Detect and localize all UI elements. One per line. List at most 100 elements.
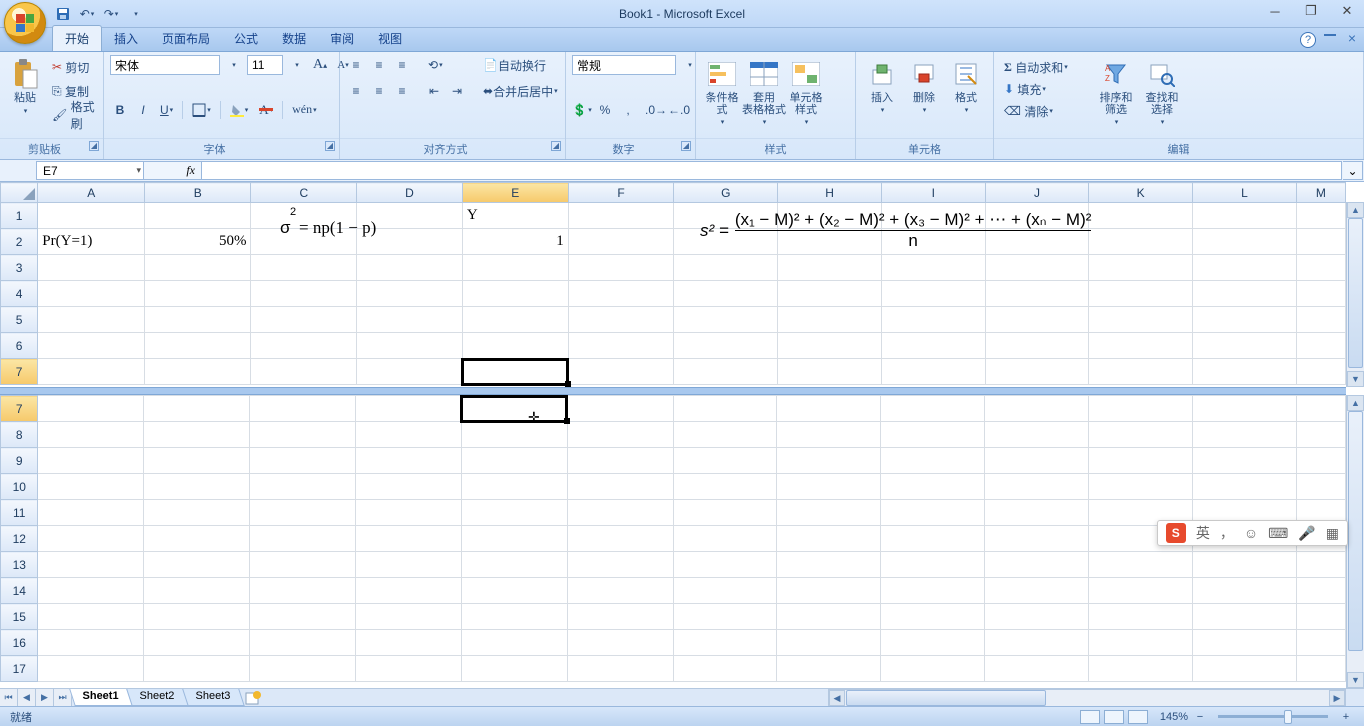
cell-G17[interactable] xyxy=(673,656,777,682)
row-header-2[interactable]: 2 xyxy=(1,229,38,255)
cell-I11[interactable] xyxy=(881,500,985,526)
cell-L15[interactable] xyxy=(1192,604,1296,630)
cell-J5[interactable] xyxy=(985,307,1089,333)
cell-H11[interactable] xyxy=(777,500,881,526)
cell-B13[interactable] xyxy=(144,552,250,578)
cell-C13[interactable] xyxy=(250,552,356,578)
col-header-C[interactable]: C xyxy=(251,183,357,203)
cell-B3[interactable] xyxy=(145,255,251,281)
scroll-down-top[interactable]: ▼ xyxy=(1347,371,1364,387)
cell-E17[interactable] xyxy=(461,656,567,682)
cell-E15[interactable] xyxy=(461,604,567,630)
cell-L6[interactable] xyxy=(1193,333,1297,359)
scroll-down-bot[interactable]: ▼ xyxy=(1347,672,1364,688)
row-header-6[interactable]: 6 xyxy=(1,333,38,359)
cell-B2[interactable]: 50% xyxy=(145,229,251,255)
cell-G15[interactable] xyxy=(673,604,777,630)
cell-A2[interactable]: Pr(Y=1) xyxy=(38,229,145,255)
cell-H16[interactable] xyxy=(777,630,881,656)
cell-F12[interactable] xyxy=(567,526,673,552)
formula-bar-expand[interactable]: ⌄ xyxy=(1343,161,1363,180)
row-header-1[interactable]: 1 xyxy=(1,203,38,229)
view-page-layout[interactable] xyxy=(1104,710,1124,724)
cell-G16[interactable] xyxy=(673,630,777,656)
cell-D13[interactable] xyxy=(356,552,462,578)
cell-E12[interactable] xyxy=(461,526,567,552)
zoom-slider[interactable] xyxy=(1218,715,1328,718)
cell-I7[interactable] xyxy=(881,396,985,422)
cell-D7[interactable] xyxy=(357,359,463,385)
font-size-dropdown[interactable]: ▾ xyxy=(287,55,307,75)
scroll-thumb-top[interactable] xyxy=(1348,218,1363,368)
cell-I5[interactable] xyxy=(881,307,985,333)
cell-K6[interactable] xyxy=(1089,333,1193,359)
cell-M7[interactable] xyxy=(1296,359,1345,385)
grow-font[interactable]: A▴ xyxy=(310,55,330,75)
qat-customize[interactable]: ▾ xyxy=(127,5,145,23)
clear-button[interactable]: ⌫ 清除▾ xyxy=(1000,101,1090,121)
tab-view[interactable]: 视图 xyxy=(366,26,414,51)
cell-J8[interactable] xyxy=(985,422,1089,448)
window-close[interactable]: ✕ xyxy=(1338,2,1356,20)
cell-A11[interactable] xyxy=(38,500,144,526)
cell-M14[interactable] xyxy=(1296,578,1345,604)
cell-F13[interactable] xyxy=(567,552,673,578)
cell-A6[interactable] xyxy=(38,333,145,359)
col-header-I[interactable]: I xyxy=(881,183,985,203)
cell-E1[interactable]: Y xyxy=(462,203,568,229)
cell-G12[interactable] xyxy=(673,526,777,552)
cell-L7[interactable] xyxy=(1193,359,1297,385)
cell-I10[interactable] xyxy=(881,474,985,500)
cell-L16[interactable] xyxy=(1192,630,1296,656)
increase-indent[interactable]: ⇥ xyxy=(447,81,467,101)
cell-K2[interactable] xyxy=(1089,229,1193,255)
col-header-K[interactable]: K xyxy=(1089,183,1193,203)
col-header-E[interactable]: E xyxy=(462,183,568,203)
cell-I6[interactable] xyxy=(881,333,985,359)
cell-A7[interactable] xyxy=(38,359,145,385)
cell-F5[interactable] xyxy=(568,307,674,333)
cell-D9[interactable] xyxy=(356,448,462,474)
tab-nav-next[interactable]: ▶ xyxy=(36,689,54,706)
cut-button[interactable]: ✂ 剪切 xyxy=(48,57,104,77)
conditional-format-button[interactable]: 条件格式▾ xyxy=(702,55,742,133)
cell-E4[interactable] xyxy=(462,281,568,307)
phonetic-button[interactable]: wén▾ xyxy=(288,100,321,120)
cell-J3[interactable] xyxy=(985,255,1089,281)
align-left[interactable]: ≡ xyxy=(346,81,366,101)
cell-D17[interactable] xyxy=(356,656,462,682)
cell-B7[interactable] xyxy=(145,359,251,385)
window-restore[interactable]: ❐ xyxy=(1302,2,1320,20)
cell-J4[interactable] xyxy=(985,281,1089,307)
cell-E6[interactable] xyxy=(462,333,568,359)
cell-D14[interactable] xyxy=(356,578,462,604)
cell-C12[interactable] xyxy=(250,526,356,552)
align-dialog-launcher[interactable]: ◢ xyxy=(551,141,561,151)
cell-J9[interactable] xyxy=(985,448,1089,474)
font-dialog-launcher[interactable]: ◢ xyxy=(325,141,335,151)
cell-I7[interactable] xyxy=(881,359,985,385)
cell-F7[interactable] xyxy=(567,396,673,422)
cell-L2[interactable] xyxy=(1193,229,1297,255)
font-size-input[interactable] xyxy=(247,55,283,75)
cell-C7[interactable] xyxy=(250,396,356,422)
cell-A5[interactable] xyxy=(38,307,145,333)
cell-G7[interactable] xyxy=(674,359,778,385)
window-minimize[interactable]: ─ xyxy=(1266,2,1284,20)
align-bottom[interactable]: ≡ xyxy=(392,55,412,75)
cell-M7[interactable] xyxy=(1296,396,1345,422)
col-header-J[interactable]: J xyxy=(985,183,1089,203)
cell-J13[interactable] xyxy=(985,552,1089,578)
cell-J14[interactable] xyxy=(985,578,1089,604)
cell-I4[interactable] xyxy=(881,281,985,307)
cell-M13[interactable] xyxy=(1296,552,1345,578)
new-sheet-button[interactable] xyxy=(241,689,265,706)
cell-J6[interactable] xyxy=(985,333,1089,359)
cell-E13[interactable] xyxy=(461,552,567,578)
cell-B1[interactable] xyxy=(145,203,251,229)
qat-save[interactable] xyxy=(54,5,72,23)
cell-K7[interactable] xyxy=(1089,359,1193,385)
cell-F14[interactable] xyxy=(567,578,673,604)
hscroll-thumb[interactable] xyxy=(846,690,1046,706)
scroll-left[interactable]: ◀ xyxy=(829,690,845,706)
